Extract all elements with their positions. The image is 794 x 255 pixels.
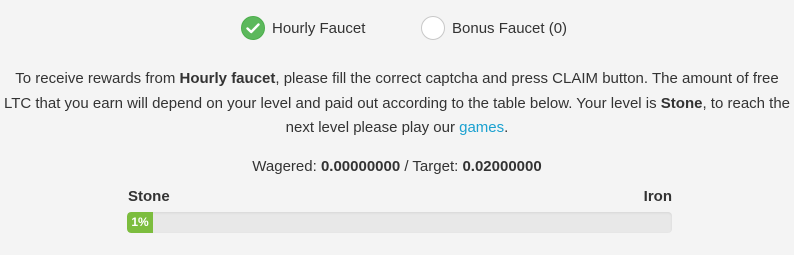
info-text-1: To receive rewards from [15, 70, 180, 87]
target-value: 0.02000000 [462, 158, 542, 175]
wagered-label: Wagered: [252, 158, 321, 175]
bonus-faucet-label: Bonus Faucet (0) [452, 19, 568, 37]
target-label: / Target: [400, 158, 463, 175]
wager-status: Wagered: 0.00000000 / Target: 0.02000000 [0, 158, 794, 175]
games-link[interactable]: games [459, 119, 504, 136]
hourly-faucet-label: Hourly Faucet [272, 19, 366, 37]
level-progress-fill: 1% [127, 212, 153, 233]
info-text-4: . [504, 119, 509, 136]
hourly-faucet-option[interactable]: Hourly Faucet [241, 16, 365, 40]
info-faucet-name: Hourly faucet [179, 70, 276, 87]
bonus-faucet-option[interactable]: Bonus Faucet (0) [421, 16, 567, 40]
level-progress-bar: 1% [127, 212, 672, 233]
faucet-instructions: To receive rewards from Hourly faucet, p… [0, 67, 794, 141]
radio-empty-icon [421, 16, 445, 40]
faucet-type-selector: Hourly Faucet Bonus Faucet (0) [0, 16, 794, 46]
info-level-name: Stone [660, 94, 703, 112]
wagered-value: 0.00000000 [320, 158, 401, 175]
current-level-label: Stone [128, 188, 170, 205]
next-level-label: Iron [643, 188, 672, 205]
check-icon [241, 16, 265, 40]
